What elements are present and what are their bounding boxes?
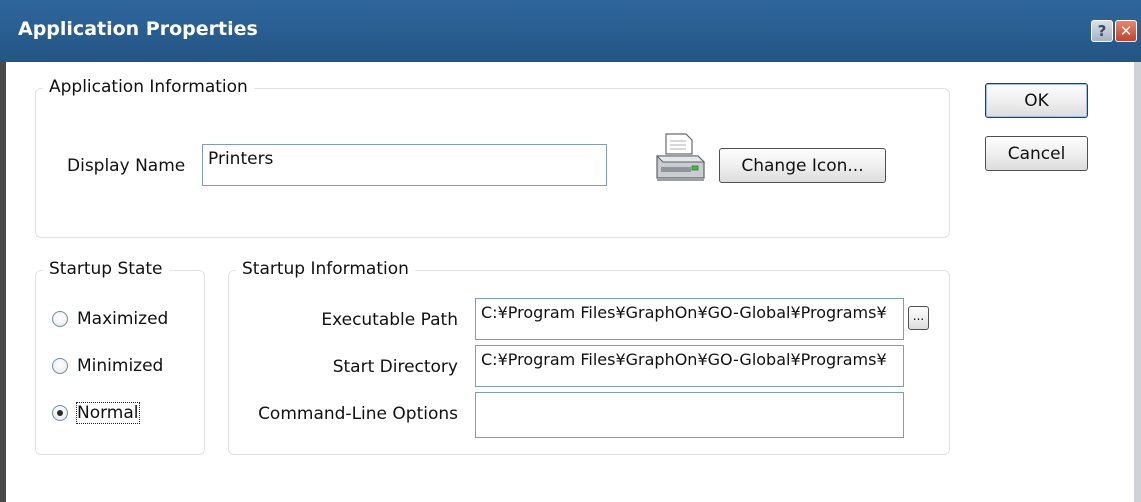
command-line-options-field[interactable] [475,392,904,438]
radio-button[interactable] [52,358,68,374]
printer-icon [652,130,708,186]
window-border-left [0,62,6,502]
help-icon[interactable]: ? [1091,20,1113,42]
radio-minimized[interactable]: Minimized [52,356,163,376]
startup-state-label: Startup State [43,259,169,279]
radio-label: Maximized [77,309,169,329]
startup-information-label: Startup Information [236,259,415,279]
application-information-label: Application Information [43,77,254,97]
browse-button[interactable]: ... [908,306,929,330]
command-line-options-label: Command-Line Options [258,404,458,424]
radio-maximized[interactable]: Maximized [52,309,168,329]
title-bar[interactable]: Application Properties ? ✕ [0,0,1141,62]
start-directory-label: Start Directory [332,357,458,377]
ok-button[interactable]: OK [985,83,1088,118]
change-icon-button[interactable]: Change Icon... [719,148,886,183]
application-properties-dialog: Application Properties ? ✕ Application I… [0,0,1141,502]
display-name-field[interactable]: Printers [202,144,607,186]
window-title: Application Properties [18,18,258,40]
display-name-label: Display Name [67,156,186,176]
cancel-button[interactable]: Cancel [985,136,1088,171]
close-icon[interactable]: ✕ [1115,20,1137,42]
window-border-right [1134,62,1141,502]
radio-normal[interactable]: Normal [52,402,140,424]
radio-label: Minimized [77,356,164,376]
radio-label: Normal [76,402,140,424]
executable-path-field[interactable]: C:¥Program Files¥GraphOn¥GO-Global¥Progr… [475,298,904,340]
radio-button[interactable] [52,311,68,327]
executable-path-label: Executable Path [321,310,458,330]
start-directory-field[interactable]: C:¥Program Files¥GraphOn¥GO-Global¥Progr… [475,345,904,387]
radio-button[interactable] [52,405,68,421]
